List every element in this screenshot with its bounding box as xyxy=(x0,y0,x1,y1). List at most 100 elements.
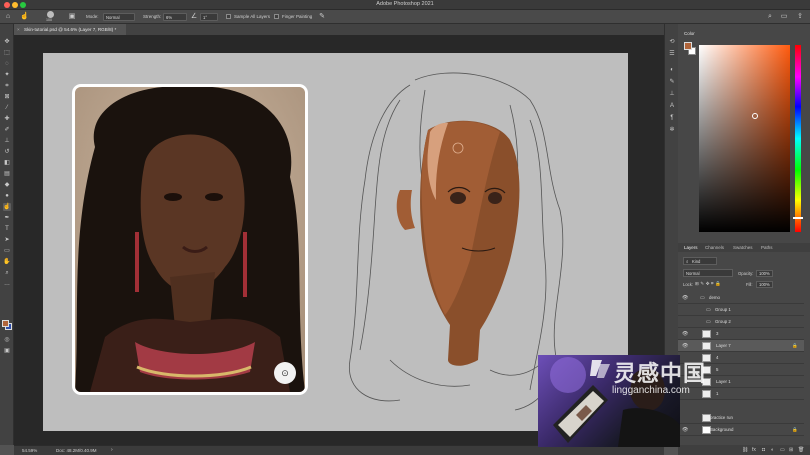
layer-row-3[interactable]: 👁 3 xyxy=(678,328,804,340)
lasso-tool-icon[interactable]: ◌ xyxy=(3,60,11,68)
sample-all-layers-label: Sample All Layers xyxy=(234,14,271,19)
visibility-eye-icon[interactable]: 👁 xyxy=(682,331,688,337)
brush-settings-icon[interactable]: ▣ xyxy=(68,13,76,21)
character-panel-icon[interactable]: A xyxy=(668,102,676,110)
move-tool-icon[interactable]: ✥ xyxy=(3,38,11,46)
new-layer-icon[interactable]: ⊞ xyxy=(789,447,793,453)
color-field[interactable] xyxy=(699,45,790,232)
smudge-tool-preset-icon[interactable]: ☝ xyxy=(20,13,29,21)
path-selection-tool-icon[interactable]: ➤ xyxy=(3,236,11,244)
strength-input[interactable]: 6% xyxy=(163,12,187,21)
zoom-level[interactable]: 54.59% xyxy=(22,448,37,453)
channels-tab[interactable]: Channels xyxy=(705,245,724,250)
brush-tip-icon xyxy=(47,11,54,18)
fill-value[interactable]: 100% xyxy=(756,281,773,288)
brush-tool-icon[interactable]: ✐ xyxy=(3,126,11,134)
visibility-eye-icon[interactable]: 👁 xyxy=(682,295,688,301)
hand-tool-icon[interactable]: ✋ xyxy=(3,258,11,266)
visibility-eye-icon[interactable]: 👁 xyxy=(682,343,688,349)
blend-mode-select[interactable]: Normal xyxy=(683,269,733,277)
share-icon[interactable]: ⇪ xyxy=(796,13,804,21)
layer-row-layer-7[interactable]: 👁 Layer 7 🔒 xyxy=(678,340,804,352)
color-panel-tab[interactable]: Color xyxy=(684,31,695,36)
eraser-tool-icon[interactable]: ◧ xyxy=(3,159,11,167)
quick-mask-icon[interactable]: ◎ xyxy=(3,336,11,344)
layer-style-icon[interactable]: fx xyxy=(752,447,756,453)
foreground-color-swatch[interactable] xyxy=(2,320,9,327)
layer-name: 5 xyxy=(716,367,719,372)
workspace-icon[interactable]: ▭ xyxy=(780,13,788,21)
lock-icons[interactable]: ⊞✎✥⌗🔒 xyxy=(695,281,722,287)
more-tools-icon[interactable]: … xyxy=(3,280,11,288)
layer-row-background[interactable]: 👁 Background 🔒 xyxy=(678,424,804,436)
properties-panel-icon[interactable]: ☰ xyxy=(668,50,676,58)
eyedropper-tool-icon[interactable]: ⁄ xyxy=(3,104,11,112)
healing-brush-tool-icon[interactable]: ✚ xyxy=(3,115,11,123)
layers-tab[interactable]: Layers xyxy=(684,245,698,250)
screen-mode-icon[interactable]: ▣ xyxy=(3,347,11,355)
history-brush-tool-icon[interactable]: ↺ xyxy=(3,148,11,156)
adjustments-panel-icon[interactable]: ◐ xyxy=(668,66,676,74)
layer-row-1[interactable]: 1 xyxy=(678,388,804,400)
zoom-tool-icon[interactable]: ⌕ xyxy=(3,269,11,277)
history-panel-icon[interactable]: ⟲ xyxy=(668,38,676,46)
layer-name: Background xyxy=(710,427,734,432)
type-tool-icon[interactable]: T xyxy=(3,225,11,233)
delete-layer-icon[interactable]: 🗑 xyxy=(798,447,804,453)
gradient-tool-icon[interactable]: ▤ xyxy=(3,170,11,178)
layer-row-group-2[interactable]: ▭ Group 2 xyxy=(678,316,804,328)
opacity-value[interactable]: 100% xyxy=(756,270,773,277)
pen-tool-icon[interactable]: ✒ xyxy=(3,214,11,222)
libraries-panel-icon[interactable]: ✲ xyxy=(668,126,676,134)
pressure-icon[interactable]: ✎ xyxy=(318,13,326,21)
hue-slider-handle[interactable] xyxy=(793,217,803,219)
layers-panel-footer: ⛓ fx ◘ ◐ ▭ ⊞ 🗑 xyxy=(678,445,810,455)
rectangle-tool-icon[interactable]: ▭ xyxy=(3,247,11,255)
clone-source-panel-icon[interactable]: ⊥ xyxy=(668,90,676,98)
hue-slider[interactable] xyxy=(793,45,803,232)
layer-row-demo[interactable]: 👁 ▭ demo xyxy=(678,292,804,304)
fg-color-chip[interactable] xyxy=(684,42,692,50)
adjustment-layer-icon[interactable]: ◐ xyxy=(771,447,774,453)
layer-filter-select[interactable]: ⌕ Kind xyxy=(683,257,717,265)
opacity-label: Opacity: xyxy=(738,271,754,276)
search-icon[interactable]: ⌕ xyxy=(766,13,774,21)
clone-stamp-tool-icon[interactable]: ⊥ xyxy=(3,137,11,145)
finger-painting-checkbox[interactable] xyxy=(274,14,279,19)
paths-tab[interactable]: Paths xyxy=(761,245,773,250)
new-group-icon[interactable]: ▭ xyxy=(780,447,785,453)
add-mask-icon[interactable]: ◘ xyxy=(762,447,765,453)
magic-wand-tool-icon[interactable]: ✦ xyxy=(3,71,11,79)
color-picker-cursor[interactable] xyxy=(752,113,758,119)
marquee-tool-icon[interactable]: ⬚ xyxy=(3,49,11,57)
layers-panel-tabs: Layers Channels Swatches Paths xyxy=(678,243,810,252)
visibility-eye-icon[interactable]: 👁 xyxy=(682,427,688,433)
status-menu-icon[interactable]: › xyxy=(111,447,113,453)
reference-photo-image xyxy=(75,87,305,392)
document-tab-label: Skin-tutorial.psd @ 54.6% (Layer 7, RGB/… xyxy=(24,27,117,32)
link-layers-icon[interactable]: ⛓ xyxy=(742,447,748,453)
frame-tool-icon[interactable]: ⊠ xyxy=(3,93,11,101)
close-tab-icon[interactable]: × xyxy=(17,27,20,32)
layer-thumbnail xyxy=(702,330,711,338)
blur-tool-icon[interactable]: ◆ xyxy=(3,181,11,189)
layer-row-group-1[interactable]: ▭ Group 1 xyxy=(678,304,804,316)
brush-preset-picker[interactable]: 100 xyxy=(44,11,58,23)
sample-all-layers-checkbox[interactable] xyxy=(226,14,231,19)
mode-select[interactable]: Normal xyxy=(103,12,135,21)
home-icon[interactable]: ⌂ xyxy=(4,13,12,21)
reference-photo: ⊙ xyxy=(75,87,305,392)
crop-tool-icon[interactable]: ⌗ xyxy=(3,82,11,90)
visual-lookup-icon: ⊙ xyxy=(281,368,289,378)
document-tab[interactable]: × Skin-tutorial.psd @ 54.6% (Layer 7, RG… xyxy=(14,24,127,35)
swatches-tab[interactable]: Swatches xyxy=(733,245,753,250)
angle-input[interactable]: 1° xyxy=(200,12,218,21)
document-tabs: × Skin-tutorial.psd @ 54.6% (Layer 7, RG… xyxy=(14,24,674,35)
dodge-tool-icon[interactable]: ● xyxy=(3,192,11,200)
layer-name: Layer 1 xyxy=(716,379,731,384)
layer-row-practice-run[interactable]: practice run xyxy=(678,412,804,424)
paragraph-panel-icon[interactable]: ¶ xyxy=(668,114,676,122)
visual-lookup-button[interactable]: ⊙ xyxy=(274,362,296,384)
smudge-tool-icon[interactable]: ☝ xyxy=(3,203,11,211)
brushes-panel-icon[interactable]: ✎ xyxy=(668,78,676,86)
